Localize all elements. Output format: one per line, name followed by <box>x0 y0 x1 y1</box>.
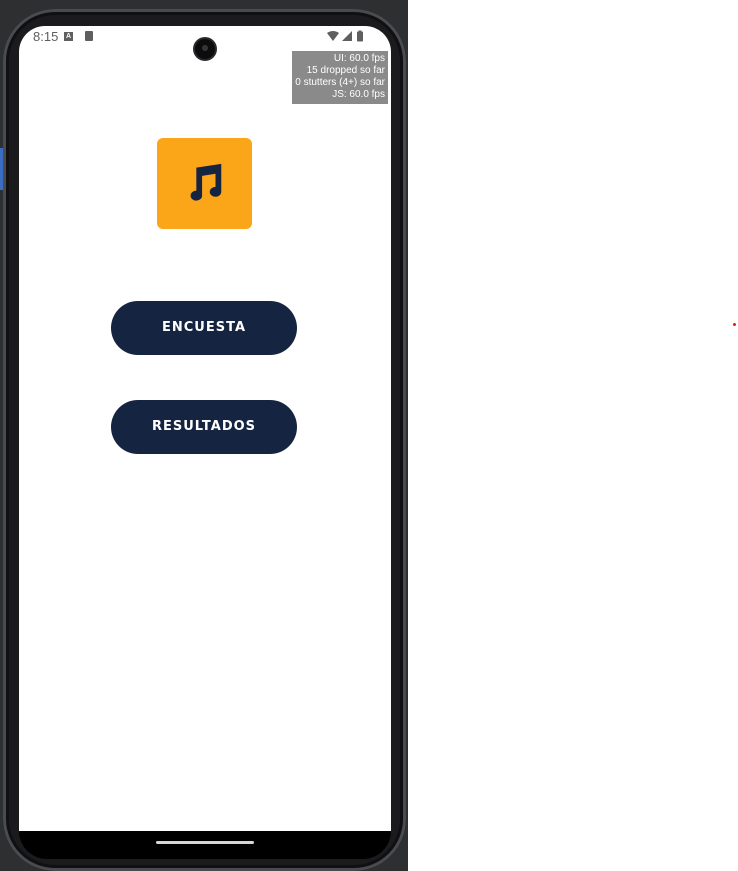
music-note-icon <box>190 163 222 201</box>
encuesta-button[interactable]: ENCUESTA <box>111 301 297 355</box>
sd-card-icon <box>85 31 93 41</box>
signal-icon <box>342 31 352 41</box>
perf-js-fps: JS: 60.0 fps <box>332 89 385 100</box>
pointer-dot <box>733 323 736 326</box>
battery-icon <box>357 31 363 42</box>
app-logo <box>157 138 252 229</box>
wifi-icon <box>327 31 339 41</box>
home-gesture-handle[interactable] <box>156 841 254 844</box>
front-camera <box>195 39 215 59</box>
status-time: 8:15 <box>33 29 59 44</box>
emulator-window: 8:15 A UI: 60.0 fps 15 dropped so far 0 … <box>0 0 738 871</box>
perf-ui-fps: UI: 60.0 fps <box>333 53 385 64</box>
navigation-bar <box>19 831 391 859</box>
perf-stutters: 0 stutters (4+) so far <box>295 77 385 88</box>
a-notification-icon: A <box>64 32 73 41</box>
resultados-button[interactable]: RESULTADOS <box>111 400 297 454</box>
status-icons <box>326 30 366 44</box>
perf-dropped-frames: 15 dropped so far <box>306 65 385 76</box>
perf-monitor-overlay: UI: 60.0 fps 15 dropped so far 0 stutter… <box>292 51 388 104</box>
phone-screen: 8:15 A UI: 60.0 fps 15 dropped so far 0 … <box>19 26 391 832</box>
